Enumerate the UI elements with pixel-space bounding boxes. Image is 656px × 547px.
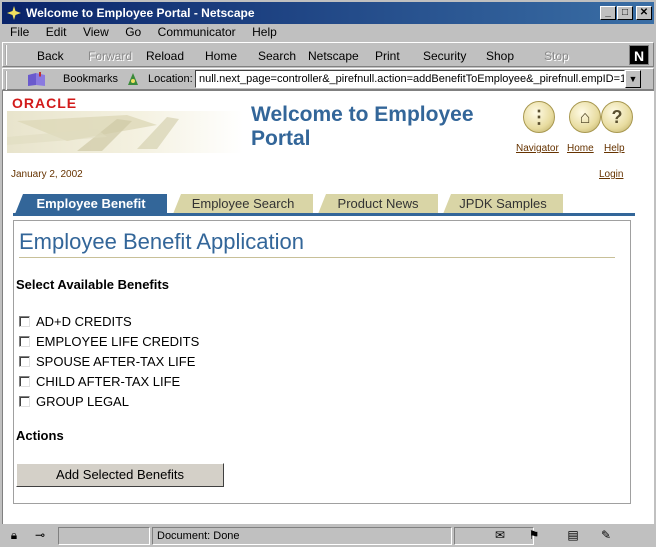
benefit-item[interactable]: CHILD AFTER-TAX LIFE	[19, 374, 180, 389]
status-bar: 🔒︎ ⊸ Document: Done ✉ ⚑ ▤ ✎	[0, 524, 656, 547]
discussion-icon[interactable]: ⚑	[524, 528, 544, 544]
menu-help[interactable]: Help	[252, 25, 277, 39]
benefit-label: EMPLOYEE LIFE CREDITS	[36, 334, 200, 349]
stop-button[interactable]: Stop	[544, 49, 569, 63]
benefit-checkbox[interactable]	[19, 376, 30, 387]
benefit-label: SPOUSE AFTER-TAX LIFE	[36, 354, 196, 369]
benefit-label: GROUP LEGAL	[36, 394, 129, 409]
location-label: Location:	[148, 73, 193, 85]
add-selected-benefits-button[interactable]: Add Selected Benefits	[16, 463, 224, 487]
mail-icon[interactable]: ✉	[490, 528, 510, 544]
panel-title: Employee Benefit Application	[19, 229, 304, 254]
help-link[interactable]: Help	[604, 143, 625, 154]
status-text: Document: Done	[152, 527, 452, 545]
netscape-app-icon	[6, 5, 22, 21]
login-link[interactable]: Login	[599, 169, 623, 180]
actions-heading: Actions	[16, 428, 64, 443]
benefit-item[interactable]: SPOUSE AFTER-TAX LIFE	[19, 354, 195, 369]
url-input[interactable]: null.next_page=controller&_pirefnull.act…	[195, 70, 625, 88]
menu-view[interactable]: View	[83, 25, 109, 39]
tab-product-news[interactable]: Product News	[318, 194, 438, 214]
help-icon[interactable]: ?	[601, 101, 633, 133]
security-lock-icon[interactable]: 🔒︎	[4, 528, 24, 544]
page-content: ORACLE Welcome to Employee Portal ⋮ ⌂ ? …	[2, 90, 654, 524]
oracle-logo: ORACLE	[12, 95, 78, 111]
navigator-link[interactable]: Navigator	[516, 143, 559, 154]
benefit-checkbox[interactable]	[19, 316, 30, 327]
location-page-icon[interactable]	[125, 71, 141, 87]
benefit-checkbox[interactable]	[19, 336, 30, 347]
window-title-bar[interactable]: Welcome to Employee Portal - Netscape _ …	[0, 0, 656, 24]
minimize-button[interactable]: _	[600, 6, 616, 20]
url-dropdown-arrow-icon[interactable]: ▼	[625, 70, 641, 88]
current-date: January 2, 2002	[11, 169, 83, 180]
home-button[interactable]: Home	[205, 49, 237, 63]
edit-icon[interactable]: ✎	[596, 528, 616, 544]
menu-edit[interactable]: Edit	[46, 25, 67, 39]
menu-communicator[interactable]: Communicator	[158, 25, 236, 39]
security-button[interactable]: Security	[423, 49, 466, 63]
menu-bar: File Edit View Go Communicator Help	[0, 22, 656, 42]
navigator-icon[interactable]: ⋮	[523, 101, 555, 133]
reload-button[interactable]: Reload	[146, 49, 184, 63]
benefit-item[interactable]: AD+D CREDITS	[19, 314, 132, 329]
netscape-logo-icon[interactable]: N	[629, 45, 649, 65]
print-button[interactable]: Print	[375, 49, 400, 63]
search-button[interactable]: Search	[258, 49, 296, 63]
benefit-panel: Employee Benefit Application Select Avai…	[13, 220, 631, 504]
location-toolbar: Bookmarks Location: null.next_page=contr…	[2, 68, 654, 91]
menu-file[interactable]: File	[10, 25, 29, 39]
close-button[interactable]: ✕	[636, 6, 652, 20]
composer-icon[interactable]: ▤	[563, 528, 583, 544]
benefit-label: CHILD AFTER-TAX LIFE	[36, 374, 181, 389]
page-title: Welcome to Employee Portal	[251, 103, 474, 150]
benefit-checkbox[interactable]	[19, 356, 30, 367]
back-button[interactable]: Back	[37, 49, 64, 63]
netscape-button[interactable]: Netscape	[308, 49, 359, 63]
navigation-toolbar: Back Forward Reload Home Search Netscape…	[2, 42, 654, 67]
bookmarks-label[interactable]: Bookmarks	[63, 73, 118, 85]
tab-bar: Employee Benefit Employee Search Product…	[15, 194, 635, 214]
maximize-button[interactable]: □	[617, 6, 633, 20]
tab-employee-benefit[interactable]: Employee Benefit	[15, 194, 167, 214]
progress-cell	[58, 527, 150, 545]
benefit-item[interactable]: EMPLOYEE LIFE CREDITS	[19, 334, 199, 349]
bookmarks-icon[interactable]	[25, 71, 49, 87]
benefit-checkbox[interactable]	[19, 396, 30, 407]
benefit-label: AD+D CREDITS	[36, 314, 132, 329]
toolbar-grip[interactable]	[5, 45, 11, 65]
forward-button[interactable]: Forward	[88, 49, 132, 63]
select-benefits-heading: Select Available Benefits	[16, 277, 169, 292]
tab-underline	[13, 213, 635, 216]
connection-status-icon: ⊸	[34, 528, 46, 542]
location-toolbar-grip[interactable]	[5, 71, 11, 91]
shop-button[interactable]: Shop	[486, 49, 514, 63]
tab-employee-search[interactable]: Employee Search	[173, 194, 313, 214]
home-link[interactable]: Home	[567, 143, 594, 154]
menu-go[interactable]: Go	[125, 25, 141, 39]
panel-divider	[19, 257, 615, 258]
window-title: Welcome to Employee Portal - Netscape	[26, 6, 255, 20]
home-icon[interactable]: ⌂	[569, 101, 601, 133]
benefit-item[interactable]: GROUP LEGAL	[19, 394, 129, 409]
banner-image	[7, 111, 243, 153]
tab-jpdk-samples[interactable]: JPDK Samples	[443, 194, 563, 214]
